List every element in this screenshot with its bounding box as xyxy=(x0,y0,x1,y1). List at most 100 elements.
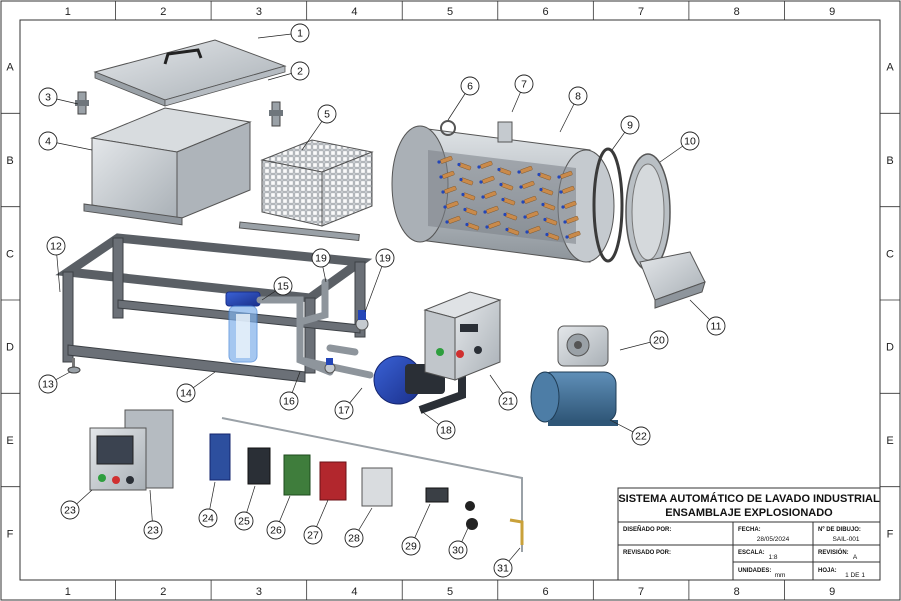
title-line-2: ENSAMBLAJE EXPLOSIONADO xyxy=(665,507,833,519)
power-supply xyxy=(361,467,393,507)
callout-31: 31 xyxy=(493,547,521,578)
zone-row-label: F xyxy=(887,528,894,540)
callout-25: 25 xyxy=(234,485,256,531)
zone-column-label: 5 xyxy=(447,586,453,598)
svg-text:7: 7 xyxy=(521,79,527,91)
zone-column-label: 2 xyxy=(160,6,166,18)
svg-text:23: 23 xyxy=(147,525,159,537)
io-board xyxy=(283,454,311,496)
terminal-block xyxy=(425,487,449,503)
gearbox xyxy=(557,325,609,367)
svg-text:30: 30 xyxy=(452,545,464,557)
svg-text:12: 12 xyxy=(50,241,62,253)
zone-column-label: 7 xyxy=(638,6,644,18)
callout-23: 23 xyxy=(143,489,163,540)
svg-text:11: 11 xyxy=(711,321,722,333)
zone-row-label: E xyxy=(6,435,13,447)
revision-label: REVISIÓN: xyxy=(818,548,849,556)
cable-glands xyxy=(465,501,478,530)
ball-valve-lower xyxy=(324,358,336,374)
svg-text:21: 21 xyxy=(502,396,514,408)
svg-text:25: 25 xyxy=(238,516,250,528)
zone-row-label: C xyxy=(886,248,894,260)
latch-right xyxy=(269,101,283,127)
drawing-no-value: SAIL-001 xyxy=(832,536,859,543)
title-line-1: SISTEMA AUTOMÁTICO DE LAVADO INDUSTRIAL xyxy=(618,492,880,505)
callout-19: 19 xyxy=(311,248,331,283)
wash-tank xyxy=(83,107,252,226)
svg-text:6: 6 xyxy=(467,81,473,93)
zone-column-label: 9 xyxy=(829,586,835,598)
svg-text:10: 10 xyxy=(684,136,696,148)
zone-column-label: 9 xyxy=(829,6,835,18)
svg-text:26: 26 xyxy=(270,525,282,537)
mesh-basket xyxy=(238,139,374,242)
scale-value: 1:8 xyxy=(768,554,777,561)
svg-text:31: 31 xyxy=(497,563,509,575)
svg-text:27: 27 xyxy=(307,530,319,542)
date-value: 28/05/2024 xyxy=(757,536,790,543)
exploded-assembly-drawing: 112233445566778899A AB BC CD DE EF F 123… xyxy=(0,0,901,601)
svg-text:15: 15 xyxy=(277,281,289,293)
sheet-label: HOJA: xyxy=(818,568,837,574)
zone-column-label: 3 xyxy=(256,586,262,598)
svg-text:16: 16 xyxy=(283,396,295,408)
control-box xyxy=(423,291,502,381)
driver-board xyxy=(319,461,347,501)
zone-row-label: E xyxy=(886,435,893,447)
zone-row-label: D xyxy=(6,342,14,354)
zone-column-label: 8 xyxy=(734,586,740,598)
relay-module xyxy=(247,447,271,485)
callout-26: 26 xyxy=(266,495,291,540)
svg-text:17: 17 xyxy=(338,405,350,417)
svg-text:5: 5 xyxy=(324,109,330,121)
zone-column-label: 6 xyxy=(542,6,548,18)
zone-column-label: 4 xyxy=(351,6,357,18)
svg-text:18: 18 xyxy=(440,425,452,437)
wash-drum xyxy=(391,120,615,263)
callout-18: 18 xyxy=(419,409,456,440)
units-value: mm xyxy=(775,572,786,579)
svg-text:29: 29 xyxy=(405,541,417,553)
zone-column-label: 5 xyxy=(447,6,453,18)
callout-24: 24 xyxy=(198,481,218,528)
callout-10: 10 xyxy=(659,131,700,163)
zone-column-label: 4 xyxy=(351,586,357,598)
callout-6: 6 xyxy=(447,76,480,121)
hmi-panel xyxy=(89,409,174,491)
callout-29: 29 xyxy=(401,503,431,556)
callout-11: 11 xyxy=(689,299,726,336)
callout-4: 4 xyxy=(38,131,93,151)
svg-text:19: 19 xyxy=(315,253,327,265)
zone-column-label: 3 xyxy=(256,6,262,18)
svg-text:24: 24 xyxy=(202,513,214,525)
svg-text:2: 2 xyxy=(297,66,303,78)
electric-motor xyxy=(530,371,618,426)
svg-text:1: 1 xyxy=(297,28,303,40)
title-block: SISTEMA AUTOMÁTICO DE LAVADO INDUSTRIAL … xyxy=(617,487,881,581)
zone-row-label: A xyxy=(886,62,894,74)
callout-13: 13 xyxy=(38,371,71,394)
zone-column-label: 7 xyxy=(638,586,644,598)
drum-door xyxy=(625,153,671,271)
svg-text:19: 19 xyxy=(379,253,391,265)
svg-text:4: 4 xyxy=(45,136,51,148)
svg-text:28: 28 xyxy=(348,533,360,545)
svg-text:22: 22 xyxy=(635,431,647,443)
zone-column-label: 8 xyxy=(734,6,740,18)
zone-row-label: C xyxy=(6,248,14,260)
callout-23: 23 xyxy=(60,489,93,520)
zone-row-label: A xyxy=(6,62,14,74)
svg-text:9: 9 xyxy=(627,120,633,132)
svg-text:8: 8 xyxy=(575,91,581,103)
callout-28: 28 xyxy=(344,507,373,548)
tank-lid xyxy=(93,39,287,107)
designed-by-label: DISEÑADO POR: xyxy=(623,526,671,533)
zone-row-label: B xyxy=(6,155,13,167)
drawing-no-label: Nº DE DIBUJO: xyxy=(818,527,861,533)
water-filter xyxy=(225,291,261,363)
discharge-chute xyxy=(639,251,706,309)
zone-row-label: F xyxy=(7,528,14,540)
plc-module xyxy=(209,433,231,481)
zone-row-label: B xyxy=(886,155,893,167)
